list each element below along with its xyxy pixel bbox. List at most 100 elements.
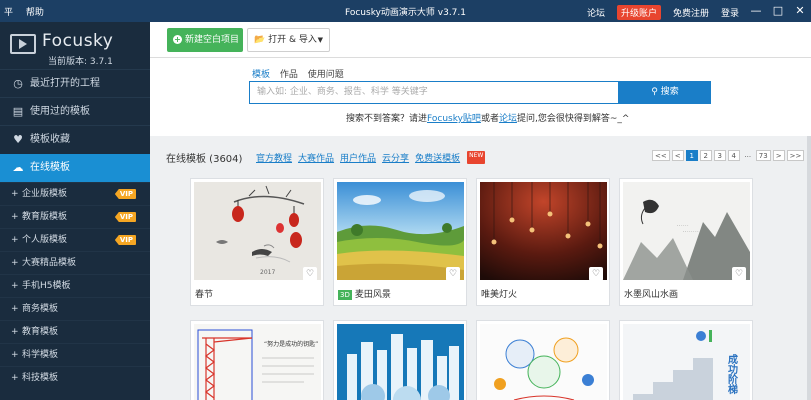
sidebar-subitem-science[interactable]: + 科学模板 [0,343,150,366]
forum-link[interactable]: 论坛 [587,6,605,19]
template-title: 3D 麦田风景 [338,287,391,300]
template-card[interactable]: 2017 ♡ 春节 [190,178,324,306]
sidebar-subitem-education[interactable]: + 教育模板 [0,320,150,343]
search-input[interactable]: 输入如: 企业、商务、报告、科学 等关键字 [249,81,619,104]
template-title: 水墨风山水画 [624,287,678,300]
template-title: 唯美灯火 [481,287,517,300]
plus-circle-icon: + [173,35,182,44]
favorite-heart-icon[interactable]: ♡ [589,267,603,281]
filter-user-works[interactable]: 用户作品 [340,151,376,164]
pager-page-2[interactable]: 2 [699,150,712,161]
template-title-text: 水墨风山水画 [624,290,679,300]
open-import-button[interactable]: 📂 打开 & 导入 ▼ [247,28,330,52]
vip-badge: VIP [114,212,136,222]
filter-official-tutorial[interactable]: 官方教程 [256,151,292,164]
sidebar-item-recent[interactable]: ◷ 最近打开的工程 [0,69,150,97]
sidebar-subitem-technology[interactable]: + 科技模板 [0,366,150,389]
template-card[interactable] [333,320,467,400]
template-card[interactable]: ♡ 3D 麦田风景 [333,178,467,306]
pager-page-3[interactable]: 3 [713,150,726,161]
register-link[interactable]: 免费注册 [673,6,709,19]
template-thumbnail-lanterns [480,182,607,280]
sidebar-item-online-templates[interactable]: ☁ 在线模板 [0,154,150,182]
vip-badge: VIP [114,235,136,245]
tieba-link[interactable]: Focusky贴吧 [427,114,481,124]
plus-icon: + [11,373,19,383]
new-project-button[interactable]: + 新建空白项目 [167,28,243,52]
search-tab-templates[interactable]: 模板 [252,70,270,80]
pager-last[interactable]: >> [786,150,805,161]
thumb-steps-text: 成功阶梯 [726,353,738,395]
plus-icon: + [11,258,19,268]
template-gallery: 在线模板 (3604) 官方教程 大赛作品 用户作品 云分享 免费送模板 NEW… [150,136,811,400]
3d-badge: 3D [338,290,352,300]
template-thumbnail-infographic [480,324,607,400]
template-thumbnail-success-steps: 成功阶梯 [623,324,750,400]
pager-next[interactable]: > [772,150,785,161]
sidebar-subitem-education-edition[interactable]: + 教育版模板 VIP [0,205,150,228]
template-card[interactable]: ♡ 唯美灯火 [476,178,610,306]
window-controls: — □ ✕ [745,0,811,22]
pager-prev[interactable]: < [671,150,684,161]
sidebar-item-used-templates[interactable]: ▤ 使用过的模板 [0,97,150,125]
sidebar-subitem-label: 企业版模板 [22,189,68,199]
favorite-heart-icon[interactable]: ♡ [303,267,317,281]
hint-text: 提问,您会很快得到解答~_^ [516,114,630,124]
upgrade-account-button[interactable]: 升级账户 [616,5,661,20]
heart-icon: ♥ [13,133,23,146]
search-button[interactable]: ⚲ 搜索 [619,81,711,104]
pagination: << < 1 2 3 4 ... 73 > >> [652,150,806,161]
pager-page-1[interactable]: 1 [685,150,698,161]
open-import-label: 打开 & 导入 [268,35,317,45]
favorite-heart-icon[interactable]: ♡ [446,267,460,281]
sidebar-subitem-business[interactable]: + 商务模板 [0,297,150,320]
chevron-down-icon: ▼ [317,36,323,44]
template-card[interactable]: “努力是成功的钥匙” [190,320,324,400]
sidebar-item-label: 最近打开的工程 [30,78,100,89]
sidebar-subitem-contest[interactable]: + 大赛精品模板 [0,251,150,274]
filter-contest-works[interactable]: 大赛作品 [298,151,334,164]
template-thumbnail-spring-festival: 2017 [194,182,321,280]
pager-page-73[interactable]: 73 [755,150,771,161]
sidebar: Focusky 当前版本: 3.7.1 ◷ 最近打开的工程 ▤ 使用过的模板 ♥… [0,22,150,400]
filter-cloud-share[interactable]: 云分享 [382,151,409,164]
login-link[interactable]: 登录 [721,6,739,19]
template-card[interactable]: - - - - - - - - - - - - - - ♡ 水墨风山水画 [619,178,753,306]
minimize-icon[interactable]: — [745,0,767,22]
template-thumbnail-crane: “努力是成功的钥匙” [194,324,321,400]
template-thumbnail-ink-landscape: - - - - - - - - - - - - - - [623,182,750,280]
plus-icon: + [11,235,19,245]
cloud-icon: ☁ [12,161,24,174]
pager-page-4[interactable]: 4 [727,150,740,161]
template-card[interactable] [476,320,610,400]
pager-first[interactable]: << [652,150,670,161]
version-label: 当前版本: 3.7.1 [48,57,113,67]
sidebar-subitem-enterprise[interactable]: + 企业版模板 VIP [0,182,150,205]
search-tab-usage-questions[interactable]: 使用问题 [308,70,344,80]
plus-icon: + [11,350,19,360]
forum-link[interactable]: 论坛 [499,114,517,124]
close-icon[interactable]: ✕ [789,0,811,22]
maximize-icon[interactable]: □ [767,0,789,22]
template-icon: ▤ [12,105,24,118]
search-tab-works[interactable]: 作品 [280,70,298,80]
template-thumbnail-city-gears [337,324,464,400]
sidebar-subitem-label: 个人版模板 [22,235,68,245]
sidebar-item-favorites[interactable]: ♥ 模板收藏 [0,125,150,153]
sidebar-subitem-mobile-h5[interactable]: + 手机H5模板 [0,274,150,297]
filter-free-templates[interactable]: 免费送模板 [415,151,460,164]
sidebar-subitem-label: 科学模板 [22,350,59,360]
scrollbar[interactable] [807,136,811,400]
clock-icon: ◷ [13,77,23,90]
account-links: 论坛 升级账户 免费注册 登录 [575,5,739,20]
sidebar-subitem-label: 科技模板 [22,373,59,383]
favorite-heart-icon[interactable]: ♡ [732,267,746,281]
sidebar-subitem-personal[interactable]: + 个人版模板 VIP [0,228,150,251]
search-icon: ⚲ [651,87,658,97]
svg-text:- - - - - -: - - - - - - [677,223,688,227]
sidebar-item-label: 在线模板 [30,162,70,173]
sidebar-subitem-label: 教育模板 [22,327,59,337]
gallery-filters: 官方教程 大赛作品 用户作品 云分享 免费送模板 NEW [256,151,491,164]
pager-ellipsis: ... [744,151,752,159]
template-card[interactable]: 成功阶梯 [619,320,753,400]
